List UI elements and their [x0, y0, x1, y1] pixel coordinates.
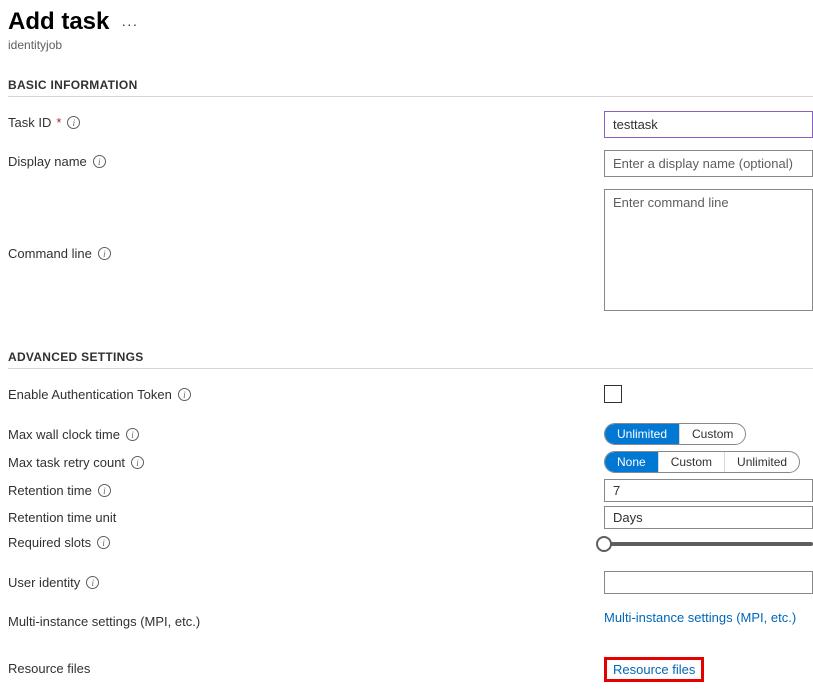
- retention-time-input[interactable]: [604, 479, 813, 502]
- divider: [8, 96, 813, 97]
- info-icon[interactable]: i: [131, 456, 144, 469]
- label-max-wall: Max wall clock time: [8, 427, 120, 442]
- label-retention-unit: Retention time unit: [8, 510, 116, 525]
- section-advanced-header: ADVANCED SETTINGS: [8, 350, 813, 364]
- page-title: Add task: [8, 8, 109, 36]
- resource-files-link[interactable]: Resource files: [613, 662, 695, 677]
- required-indicator: *: [56, 115, 61, 130]
- info-icon[interactable]: i: [98, 247, 111, 260]
- slider-thumb[interactable]: [596, 536, 612, 552]
- multi-instance-link[interactable]: Multi-instance settings (MPI, etc.): [604, 610, 796, 625]
- max-retry-pillset: None Custom Unlimited: [604, 451, 800, 473]
- info-icon[interactable]: i: [93, 155, 106, 168]
- label-user-identity: User identity: [8, 575, 80, 590]
- highlight-box: Resource files: [604, 657, 704, 682]
- pill-none[interactable]: None: [605, 452, 658, 472]
- label-enable-auth: Enable Authentication Token: [8, 387, 172, 402]
- label-multi-instance: Multi-instance settings (MPI, etc.): [8, 614, 200, 629]
- info-icon[interactable]: i: [97, 536, 110, 549]
- label-retention-time: Retention time: [8, 483, 92, 498]
- label-max-retry: Max task retry count: [8, 455, 125, 470]
- section-basic-header: BASIC INFORMATION: [8, 78, 813, 92]
- pill-custom[interactable]: Custom: [679, 424, 745, 444]
- required-slots-slider[interactable]: [604, 531, 813, 553]
- pill-unlimited[interactable]: Unlimited: [724, 452, 799, 472]
- info-icon[interactable]: i: [86, 576, 99, 589]
- info-icon[interactable]: i: [98, 484, 111, 497]
- pill-custom[interactable]: Custom: [658, 452, 724, 472]
- info-icon[interactable]: i: [67, 116, 80, 129]
- info-icon[interactable]: i: [178, 388, 191, 401]
- label-resource-files: Resource files: [8, 661, 90, 676]
- enable-auth-checkbox[interactable]: [604, 385, 622, 403]
- display-name-input[interactable]: [604, 150, 813, 177]
- label-required-slots: Required slots: [8, 535, 91, 550]
- max-wall-pillset: Unlimited Custom: [604, 423, 746, 445]
- retention-unit-select[interactable]: [604, 506, 813, 529]
- task-id-input[interactable]: [604, 111, 813, 138]
- command-line-textarea[interactable]: [604, 189, 813, 311]
- divider: [8, 368, 813, 369]
- more-icon[interactable]: ···: [121, 16, 138, 32]
- user-identity-select[interactable]: [604, 571, 813, 594]
- breadcrumb-subtitle: identityjob: [8, 38, 813, 52]
- label-command-line: Command line: [8, 246, 92, 261]
- pill-unlimited[interactable]: Unlimited: [605, 424, 679, 444]
- label-display-name: Display name: [8, 154, 87, 169]
- label-task-id: Task ID: [8, 115, 51, 130]
- info-icon[interactable]: i: [126, 428, 139, 441]
